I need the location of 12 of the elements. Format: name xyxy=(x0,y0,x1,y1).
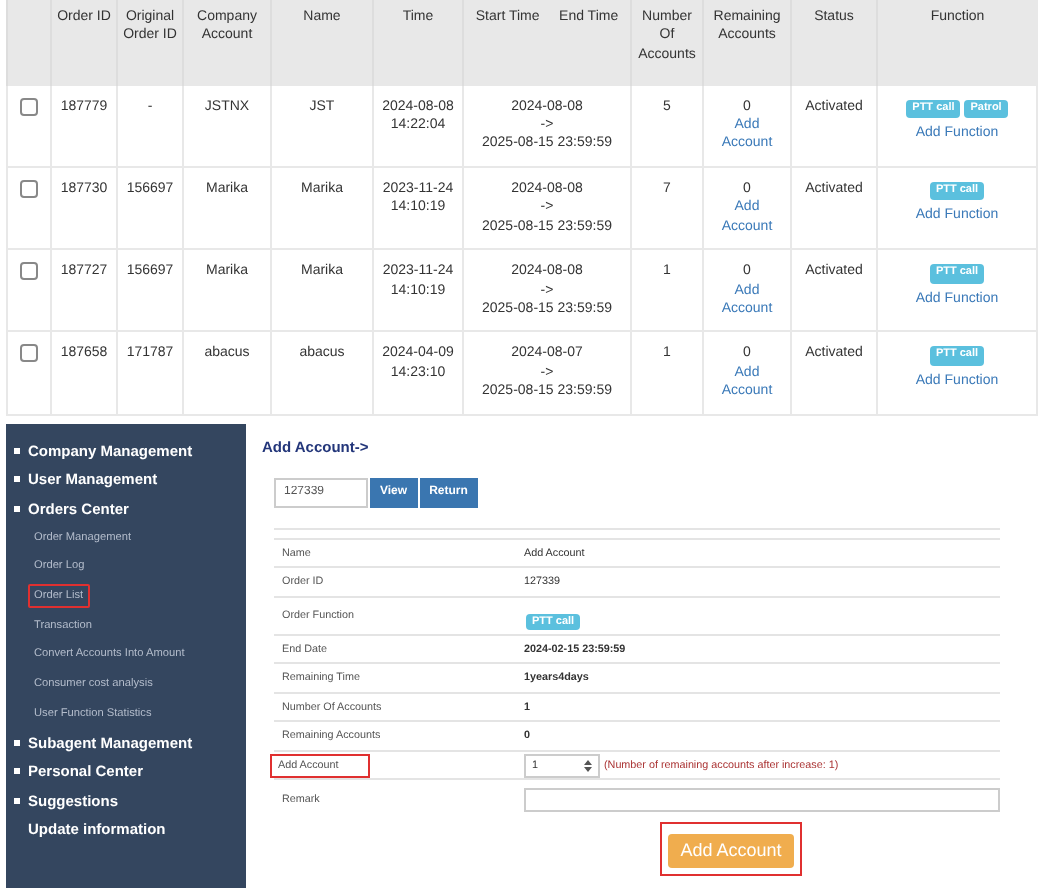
bullet-icon xyxy=(14,505,20,511)
row-checkbox[interactable] xyxy=(20,97,38,115)
bullet-icon xyxy=(14,739,20,746)
spinner-icon[interactable] xyxy=(584,759,592,771)
row-checkbox[interactable] xyxy=(20,262,38,281)
remark-field[interactable] xyxy=(524,788,1000,813)
bullet-icon xyxy=(14,797,20,804)
row-checkbox[interactable] xyxy=(20,179,38,198)
bullet-icon xyxy=(14,447,20,453)
bullet-icon xyxy=(14,768,20,775)
bullet-icon xyxy=(14,476,20,482)
row-checkbox[interactable] xyxy=(20,344,38,363)
